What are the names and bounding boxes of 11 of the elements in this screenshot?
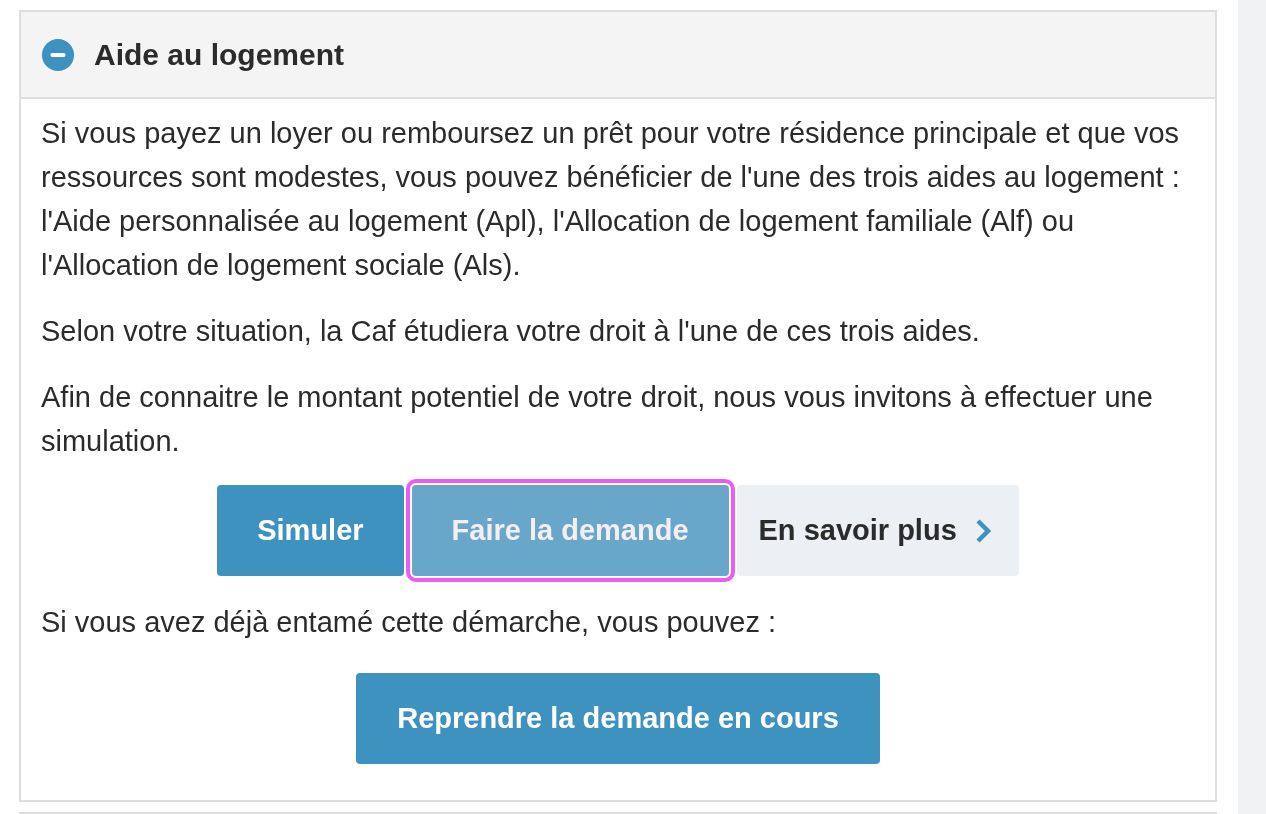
panel-header[interactable]: Aide au logement <box>21 12 1215 99</box>
resume-text: Si vous avez déjà entamé cette démarche, vous pouvez : <box>41 605 778 640</box>
resume-button[interactable]: Reprendre la demande en cours <box>356 673 880 764</box>
paragraph: Afin de connaitre le montant potentiel de votre droit, nous vous invitons à effectuer une simulation. <box>41 380 1154 459</box>
chevron-right-icon <box>974 517 991 544</box>
collapse-icon[interactable] <box>41 37 75 72</box>
action-button[interactable]: Simuler <box>217 485 404 576</box>
more-info-button[interactable]: En savoir plus <box>736 485 1019 576</box>
paragraph: Si vous payez un loyer ou remboursez un prêt pour votre résidence principale et que vos ressources sont modestes, vous pouvez bénéficier de l'une des trois aides au logement : l'Aide personnalisée au logement (Apl), l'Allocation de logement familiale (Alf) ou l'Allocation de logement sociale (Als). <box>41 116 1181 283</box>
paragraph: Selon votre situation, la Caf étudiera votre droit à l'une de ces trois aides. <box>41 314 981 349</box>
panel-title: Aide au logement <box>94 37 345 72</box>
